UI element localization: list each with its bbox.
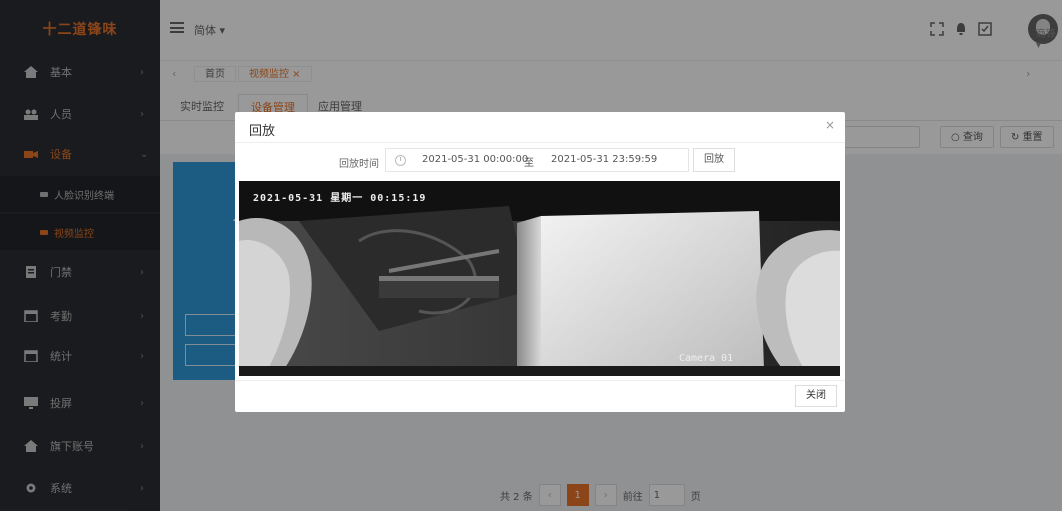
close-icon[interactable]: × <box>825 118 835 132</box>
clock-icon <box>395 155 406 166</box>
playback-button[interactable]: 回放 <box>693 148 735 172</box>
video-camera-label: Camera 01 <box>679 353 734 364</box>
range-end-input[interactable]: 2021-05-31 23:59:59 <box>551 154 657 165</box>
playback-time-label: 回放时间 <box>339 159 379 170</box>
playback-modal: 回放 × 回放时间 2021-05-31 00:00:00 至 2021-05-… <box>235 112 845 412</box>
video-player[interactable]: 2021-05-31 星期一 00:15:19 Camera 01 <box>239 181 840 376</box>
close-button[interactable]: 关闭 <box>795 385 837 407</box>
range-separator: 至 <box>524 158 534 169</box>
video-frame <box>239 181 840 376</box>
video-timestamp: 2021-05-31 星期一 00:15:19 <box>253 193 427 204</box>
modal-title: 回放 <box>249 124 276 139</box>
modal-footer-divider <box>235 380 845 381</box>
modal-divider <box>235 142 845 143</box>
range-start-input[interactable]: 2021-05-31 00:00:00 <box>422 154 528 165</box>
